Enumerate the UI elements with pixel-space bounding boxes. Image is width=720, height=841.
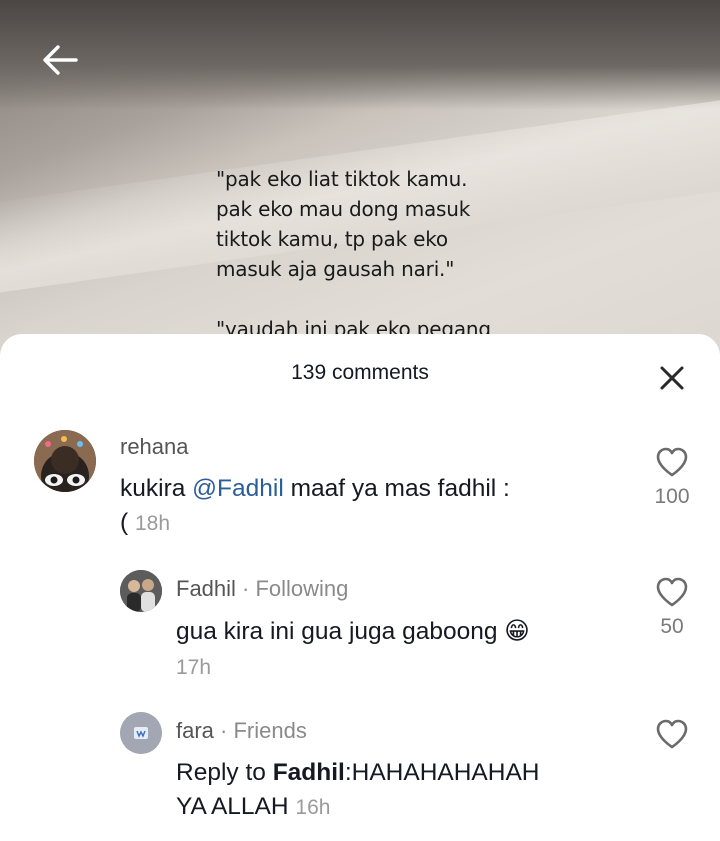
reply-item: Fadhil · Following gua kira ini gua juga… bbox=[0, 570, 720, 680]
heart-outline-icon bbox=[656, 577, 688, 607]
comment-text-before: kukira bbox=[120, 475, 193, 502]
reply-time: 17h bbox=[176, 656, 212, 679]
comment-text: kukira @Fadhil maaf ya mas fadhil : ( 18… bbox=[120, 472, 620, 541]
reply-username: fara · Friends bbox=[176, 718, 307, 744]
reply-text-body: gua kira ini gua juga gaboong bbox=[176, 618, 505, 645]
reply-item: fara · Friends Reply to Fadhil:HAHAHAHAH… bbox=[0, 712, 720, 832]
reply-username: Fadhil · Following bbox=[176, 576, 348, 602]
close-icon bbox=[660, 366, 684, 390]
comment-username[interactable]: rehana bbox=[120, 434, 189, 460]
heart-outline-icon bbox=[656, 719, 688, 749]
reply-username-name[interactable]: Fadhil bbox=[176, 576, 236, 601]
reply-text: Reply to Fadhil:HAHAHAHAHAH YA ALLAH 16h bbox=[176, 756, 636, 825]
relation-badge: · Friends bbox=[213, 718, 307, 743]
like-count: 100 bbox=[654, 485, 690, 508]
avatar-image bbox=[120, 570, 162, 612]
mention-link[interactable]: @Fadhil bbox=[192, 475, 284, 502]
avatar[interactable] bbox=[120, 712, 162, 754]
like-count: 50 bbox=[660, 615, 684, 638]
reply-prefix: Reply to bbox=[176, 759, 273, 786]
like-button[interactable]: 100 bbox=[642, 446, 702, 509]
reply-username-name[interactable]: fara bbox=[176, 718, 214, 743]
avatar-image bbox=[34, 430, 96, 492]
reply-time: 16h bbox=[295, 796, 331, 819]
comment-item: rehana kukira @Fadhil maaf ya mas fadhil… bbox=[0, 430, 720, 560]
relation-badge: · Following bbox=[235, 576, 349, 601]
back-button[interactable] bbox=[36, 36, 84, 84]
video-caption: "pak eko liat tiktok kamu. pak eko mau d… bbox=[216, 167, 491, 341]
close-button[interactable] bbox=[652, 358, 692, 398]
video-shadow bbox=[0, 0, 720, 110]
comments-header: 139 comments bbox=[0, 334, 720, 414]
reply-text: gua kira ini gua juga gaboong 😁 bbox=[176, 614, 636, 649]
comment-time: 18h bbox=[134, 512, 171, 535]
comments-sheet: 139 comments rehana kukira @Fadhil maaf … bbox=[0, 334, 720, 841]
avatar[interactable] bbox=[34, 430, 96, 492]
grinning-face-emoji: 😁 bbox=[504, 616, 530, 645]
avatar[interactable] bbox=[120, 570, 162, 612]
video-player[interactable]: "pak eko liat tiktok kamu. pak eko mau d… bbox=[0, 0, 720, 360]
like-button[interactable]: 50 bbox=[642, 576, 702, 639]
comment-count: 139 comments bbox=[291, 361, 429, 384]
avatar-image bbox=[120, 712, 162, 754]
back-arrow-icon bbox=[43, 45, 78, 75]
like-button[interactable] bbox=[642, 718, 702, 757]
heart-outline-icon bbox=[656, 447, 688, 477]
reply-to-user[interactable]: Fadhil bbox=[273, 759, 345, 786]
